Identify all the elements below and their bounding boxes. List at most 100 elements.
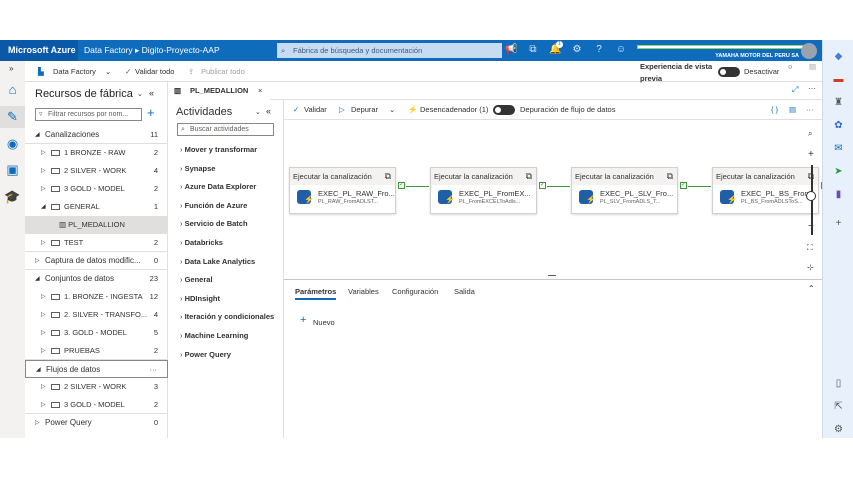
tree-item[interactable]: ▷ PRUEBAS 2 bbox=[25, 342, 168, 360]
feedback-icon[interactable]: ☺ bbox=[615, 44, 627, 56]
caret-down-icon[interactable]: ◢ bbox=[35, 270, 40, 288]
tree-item[interactable]: ▥ PL_MEDALLION bbox=[25, 216, 168, 234]
tree-item[interactable]: ▷ 1 BRONZE - RAW 2 bbox=[25, 144, 168, 162]
tab-pl-medallion[interactable]: ▥ PL_MEDALLION × bbox=[168, 82, 270, 100]
caret-down-icon[interactable]: ◢ bbox=[41, 198, 46, 216]
external-link-icon[interactable]: ⇱ bbox=[832, 400, 845, 413]
tab-variables[interactable]: Variables bbox=[348, 284, 379, 300]
close-icon[interactable]: × bbox=[258, 82, 262, 100]
fit-to-screen-icon[interactable]: ⛶ bbox=[807, 243, 813, 253]
outlook-icon[interactable]: ✉ bbox=[832, 142, 845, 155]
tree-item[interactable]: ▷ 1. BRONZE - INGESTA 12 bbox=[25, 288, 168, 306]
open-pipeline-icon[interactable]: ⧉ bbox=[385, 168, 391, 185]
caret-right-icon[interactable]: ▷ bbox=[41, 396, 46, 414]
brand[interactable]: Microsoft Azure bbox=[0, 40, 78, 61]
tree-item[interactable]: ▷ 2 SILVER - WORK 4 bbox=[25, 162, 168, 180]
home-icon[interactable]: ⌂ bbox=[4, 81, 21, 98]
success-output-icon[interactable]: ✓ bbox=[539, 182, 546, 189]
properties-icon[interactable]: ▤ bbox=[789, 100, 796, 120]
caret-right-icon[interactable]: ▷ bbox=[41, 324, 46, 342]
zoom-in-icon[interactable]: + bbox=[808, 149, 814, 160]
tag-icon[interactable]: ◆ bbox=[832, 50, 845, 63]
trigger-button[interactable]: Desencadenador (1) bbox=[420, 100, 488, 120]
breadcrumb-factory[interactable]: Digito-Proyecto-AAP bbox=[142, 45, 220, 55]
factory-dropdown[interactable]: Data Factory bbox=[53, 61, 96, 82]
tree-item[interactable]: ▷ 2 SILVER - WORK 3 bbox=[25, 378, 168, 396]
collapse-panel-icon[interactable]: « bbox=[266, 106, 271, 116]
activity-category[interactable]: › General bbox=[180, 271, 213, 289]
new-parameter-button[interactable]: Nuevo bbox=[313, 318, 335, 327]
tab-configuración[interactable]: Configuración bbox=[392, 284, 438, 300]
collapse-all-icon[interactable]: ⌄ bbox=[255, 108, 261, 116]
search-icon[interactable]: ⌕ bbox=[808, 129, 812, 139]
megaphone-icon[interactable]: 📢 bbox=[505, 44, 517, 56]
tree-item[interactable]: ▷ 3 GOLD - MODEL 2 bbox=[25, 396, 168, 414]
caret-right-icon[interactable]: ▷ bbox=[41, 234, 46, 252]
search-input[interactable]: ⌕ Fábrica de búsqueda y documentación bbox=[277, 43, 502, 58]
caret-right-icon[interactable]: ▷ bbox=[41, 144, 46, 162]
chevron-down-icon[interactable]: ⌄ bbox=[389, 100, 395, 120]
maximize-icon[interactable]: ⤢ bbox=[792, 85, 798, 95]
expand-icon[interactable]: » bbox=[9, 64, 13, 73]
breadcrumb-data-factory[interactable]: Data Factory bbox=[84, 45, 133, 55]
activity-category[interactable]: › Mover y transformar bbox=[180, 141, 257, 159]
refresh-icon[interactable]: ○ bbox=[788, 56, 793, 77]
pencil-icon[interactable]: ✎ bbox=[4, 108, 21, 125]
activity-category[interactable]: › Synapse bbox=[180, 160, 215, 178]
tree-item[interactable]: ◢ Flujos de datos ··· bbox=[25, 360, 168, 378]
add-icon[interactable]: + bbox=[832, 217, 845, 230]
caret-right-icon[interactable]: ▷ bbox=[35, 252, 40, 270]
caret-right-icon[interactable]: ▷ bbox=[41, 378, 46, 396]
debug-button[interactable]: Depurar bbox=[351, 100, 378, 120]
pipeline-canvas[interactable]: Ejecutar la canalización ⧉ EXEC_PL_RAW_Fro… bbox=[284, 120, 828, 277]
activity-node[interactable]: Ejecutar la canalización ⧉ EXEC_PL_SLV_Fro… bbox=[571, 167, 678, 214]
search-activities-input[interactable]: ⌕ Buscar actividades bbox=[177, 123, 274, 136]
learn-icon[interactable]: 🎓 bbox=[4, 188, 21, 205]
monitor-icon[interactable]: ◉ bbox=[4, 135, 21, 152]
tree-item[interactable]: ▷ Power Query 0 bbox=[25, 414, 168, 432]
resize-handle[interactable] bbox=[548, 275, 556, 276]
teams-icon[interactable]: ▮ bbox=[832, 188, 845, 201]
caret-right-icon[interactable]: ▷ bbox=[41, 288, 46, 306]
caret-right-icon[interactable]: ▷ bbox=[41, 162, 46, 180]
tree-item[interactable]: ◢ Conjuntos de datos 23 bbox=[25, 270, 168, 288]
caret-right-icon[interactable]: ▷ bbox=[41, 306, 46, 324]
tree-item[interactable]: ▷ Captura de datos modific... 0 bbox=[25, 252, 168, 270]
more-icon[interactable]: ··· bbox=[808, 84, 816, 93]
toolbox-icon[interactable]: ▣ bbox=[4, 161, 21, 178]
bell-icon[interactable]: 🔔 1 bbox=[549, 41, 563, 56]
add-resource-button[interactable]: + bbox=[147, 105, 155, 120]
chevron-up-icon[interactable]: ⌃ bbox=[808, 284, 815, 293]
activity-node[interactable]: Ejecutar la canalización ⧉ EXEC_PL_FromEX.… bbox=[430, 167, 537, 214]
publish-all-button[interactable]: Publicar todo bbox=[201, 61, 245, 82]
zoom-slider-handle[interactable] bbox=[806, 191, 816, 201]
discard-icon[interactable]: ▤ bbox=[809, 56, 816, 77]
activity-category[interactable]: › Azure Data Explorer bbox=[180, 178, 256, 196]
auto-align-icon[interactable]: ⊹ bbox=[807, 263, 814, 272]
drop-icon[interactable]: ➤ bbox=[832, 165, 845, 178]
tree-item[interactable]: ▷ 3. GOLD - MODEL 5 bbox=[25, 324, 168, 342]
tree-item[interactable]: ▷ TEST 2 bbox=[25, 234, 168, 252]
more-icon[interactable]: ··· bbox=[150, 361, 158, 379]
success-connector[interactable] bbox=[547, 186, 570, 187]
switch-directory-icon[interactable]: ⧉ bbox=[527, 44, 539, 56]
collapse-all-icon[interactable]: ⌄ bbox=[137, 90, 143, 98]
tree-item[interactable]: ◢ GENERAL 1 bbox=[25, 198, 168, 216]
caret-right-icon[interactable]: ▷ bbox=[41, 342, 46, 360]
caret-right-icon[interactable]: ▷ bbox=[35, 414, 40, 432]
success-output-icon[interactable]: ✓ bbox=[680, 182, 687, 189]
code-icon[interactable]: { } bbox=[771, 100, 778, 120]
more-icon[interactable]: ··· bbox=[806, 100, 814, 120]
activity-category[interactable]: › Power Query bbox=[180, 346, 231, 364]
open-pipeline-icon[interactable]: ⧉ bbox=[526, 168, 532, 185]
gear-icon[interactable]: ⚙ bbox=[832, 423, 845, 436]
activity-category[interactable]: › Machine Learning bbox=[180, 327, 248, 345]
zoom-out-icon[interactable]: − bbox=[808, 221, 814, 232]
activity-category[interactable]: › Iteración y condicionales bbox=[180, 308, 274, 326]
activity-node[interactable]: Ejecutar la canalización ⧉ EXEC_PL_RAW_Fro… bbox=[289, 167, 396, 214]
sidebar-toggle-icon[interactable]: ▯ bbox=[832, 377, 845, 390]
validate-all-button[interactable]: Validar todo bbox=[135, 61, 174, 82]
success-connector[interactable] bbox=[688, 186, 711, 187]
toolbox-icon[interactable]: ▬ bbox=[832, 73, 845, 86]
collapse-panel-icon[interactable]: « bbox=[149, 88, 154, 98]
